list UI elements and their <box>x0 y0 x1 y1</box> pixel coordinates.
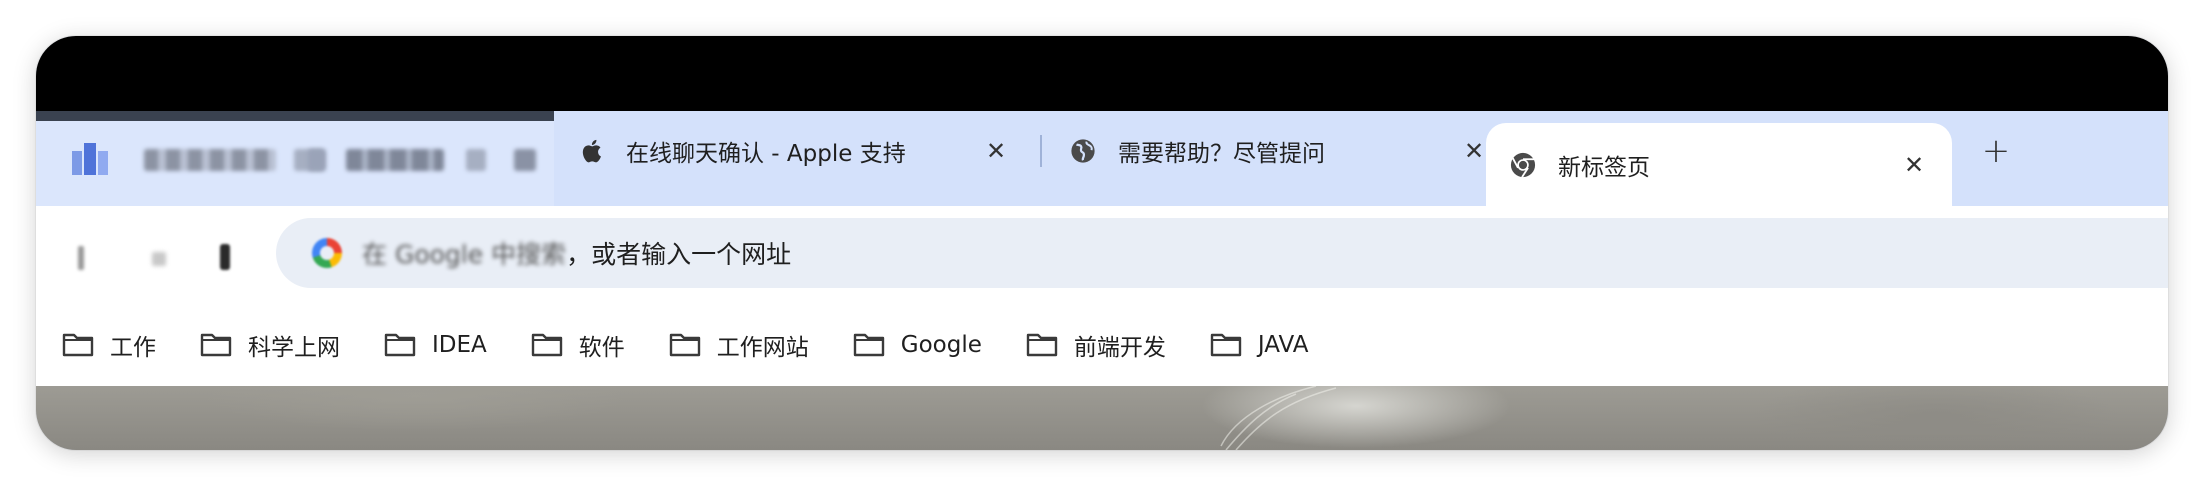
bookmark-label: 科学上网 <box>248 335 340 361</box>
pinned-tabs-area[interactable] <box>36 111 554 206</box>
tab-close-button[interactable]: ✕ <box>980 135 1012 167</box>
new-tab-page-wallpaper <box>36 386 2168 450</box>
tab-apple-support[interactable]: 在线聊天确认 - Apple 支持 ✕ <box>554 111 1034 191</box>
folder-icon <box>531 333 562 357</box>
new-tab-button[interactable]: + <box>1976 131 2016 171</box>
bookmark-folder-idea[interactable]: IDEA <box>384 325 487 365</box>
obscured-tab-title[interactable] <box>308 149 326 171</box>
bookmark-label: JAVA <box>1257 332 1309 358</box>
tab-title: 需要帮助？尽管提问 <box>1118 141 1325 167</box>
tab-title: 在线聊天确认 - Apple 支持 <box>626 141 906 167</box>
forward-button[interactable] <box>144 244 172 272</box>
folder-icon <box>200 333 232 357</box>
omnibox[interactable]: 在 Google 中搜索，或者输入一个网址 <box>276 218 2168 288</box>
reload-icon <box>220 244 230 270</box>
bookmarks-bar: 工作 科学上网 IDEA 软件 工作网站 Google 前端开发 JAVA <box>36 304 2168 386</box>
forward-arrow-icon <box>152 252 166 266</box>
apple-logo-icon <box>578 138 604 164</box>
google-logo-icon <box>312 238 342 268</box>
folder-icon <box>669 333 700 357</box>
bookmark-label: 软件 <box>578 335 625 361</box>
tab-close-button[interactable]: ✕ <box>1898 149 1930 181</box>
tab-title: 新标签页 <box>1558 154 1650 181</box>
bookmark-folder-software[interactable]: 软件 <box>531 325 625 365</box>
obscured-tab-title[interactable] <box>346 149 444 171</box>
bookmark-label: 工作网站 <box>716 335 809 361</box>
folder-icon <box>62 333 94 357</box>
folder-icon <box>1210 333 1242 357</box>
omnibox-placeholder-obscured: 在 Google 中搜索 <box>362 240 567 269</box>
bookmark-folder-java[interactable]: JAVA <box>1210 325 1309 365</box>
obscured-tab-title[interactable] <box>514 149 536 171</box>
back-button[interactable] <box>68 244 96 272</box>
wallpaper-texture <box>1220 386 1337 450</box>
obscured-tab-title[interactable] <box>466 149 486 171</box>
tab-strip: 在线聊天确认 - Apple 支持 ✕ 需要帮助？尽管提问 ✕ 新标签页 ✕ + <box>36 111 2168 206</box>
obscured-tab-title[interactable] <box>144 149 276 171</box>
browser-window: 在线聊天确认 - Apple 支持 ✕ 需要帮助？尽管提问 ✕ 新标签页 ✕ +… <box>36 36 2168 450</box>
bookmark-folder-work-sites[interactable]: 工作网站 <box>669 325 809 365</box>
bookmark-label: Google <box>900 332 982 358</box>
chrome-logo-icon <box>1510 152 1536 178</box>
globe-icon <box>1070 138 1096 164</box>
omnibox-placeholder-text: ，或者输入一个网址 <box>566 240 792 269</box>
tab-separator <box>1040 135 1042 167</box>
window-title-bar[interactable] <box>36 36 2168 111</box>
bookmark-folder-work[interactable]: 工作 <box>62 325 156 365</box>
bookmark-label: 工作 <box>110 335 156 361</box>
folder-icon <box>853 333 884 357</box>
tab-help-ask[interactable]: 需要帮助？尽管提问 ✕ <box>1046 111 1512 191</box>
omnibox-placeholder[interactable]: 在 Google 中搜索，或者输入一个网址 <box>362 235 791 271</box>
bookmark-label: IDEA <box>432 332 487 358</box>
bookmark-folder-frontend[interactable]: 前端开发 <box>1026 325 1166 365</box>
toolbar: 在 Google 中搜索，或者输入一个网址 <box>36 206 2168 304</box>
tab-new-tab[interactable]: 新标签页 ✕ <box>1486 123 1952 206</box>
pinned-tab-favicon-icon[interactable] <box>72 143 108 175</box>
back-arrow-icon <box>78 246 84 270</box>
bookmark-folder-science-net[interactable]: 科学上网 <box>200 325 340 365</box>
bookmark-folder-google[interactable]: Google <box>853 325 982 365</box>
folder-icon <box>384 333 416 357</box>
reload-button[interactable] <box>210 244 238 272</box>
bookmark-label: 前端开发 <box>1073 335 1166 361</box>
folder-icon <box>1026 333 1058 357</box>
